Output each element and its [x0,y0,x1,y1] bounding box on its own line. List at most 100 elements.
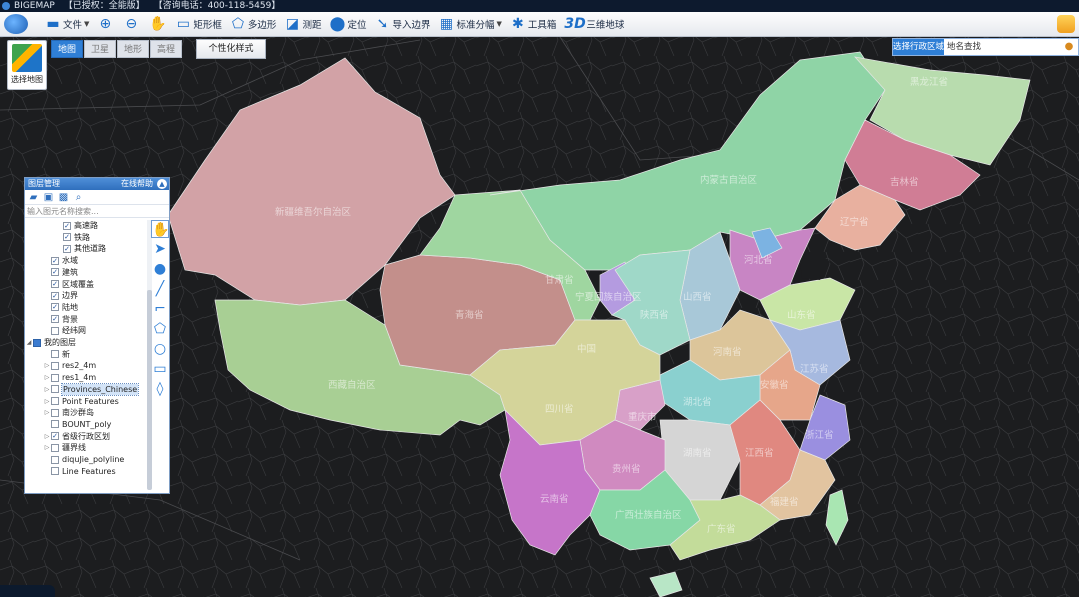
layer-item[interactable]: 新 [43,349,70,360]
expand-arrow-icon[interactable]: ▷ [43,360,51,371]
layer-checkbox[interactable] [63,233,71,242]
layer-label: 疆界线 [62,443,86,453]
rect-select-button[interactable]: ▭ 矩形框 [172,13,225,35]
expand-arrow-icon[interactable]: ▷ [43,384,51,395]
custom-style-button[interactable]: 个性化样式 [196,39,266,59]
layer-item[interactable]: 其他道路 [55,243,106,254]
hand-icon[interactable]: ✋ [151,220,169,238]
layer-checkbox[interactable] [33,338,41,347]
layer-checkbox[interactable] [51,315,59,324]
layer-item[interactable]: 边界 [43,290,78,301]
zoom-out-button[interactable]: ⊖ [120,13,144,35]
save-icon[interactable]: ▣ [42,191,55,204]
expand-arrow-icon[interactable]: ▷ [43,431,51,442]
layer-item[interactable]: ▷ 南沙群岛 [43,407,94,418]
layer-item[interactable]: BOUNT_poly [43,419,111,430]
layer-item[interactable]: 建筑 [43,267,78,278]
label-liaoning: 辽宁省 [840,216,869,228]
layer-item[interactable]: 陆地 [43,302,78,313]
search-icon[interactable]: ⌕ [72,191,85,204]
expand-arrow-icon[interactable]: ▷ [43,442,51,453]
layer-item[interactable]: ▷ res1_4m [43,372,97,383]
layer-checkbox[interactable] [51,303,59,312]
tab-terrain[interactable]: 地形 [117,40,149,58]
layer-item[interactable]: 区域覆盖 [43,279,94,290]
circle-icon[interactable]: ○ [151,340,169,358]
expand-arrow-icon[interactable]: ▷ [43,372,51,383]
tab-map[interactable]: 地图 [51,40,83,58]
layer-checkbox[interactable] [51,256,59,265]
user-icon[interactable]: ● [1060,39,1078,55]
layer-checkbox[interactable] [63,221,71,230]
eraser-icon[interactable]: ◊ [151,380,169,398]
title-bar: BIGEMAP 【已授权：全能版】 【咨询电话：400-118-5459】 [0,0,1079,12]
layer-checkbox[interactable] [51,361,59,370]
marker-icon[interactable]: ● [151,260,169,278]
select-map-button[interactable]: 选择地图 [7,40,47,90]
polyline-icon[interactable]: ⌐ [151,300,169,318]
layer-item[interactable]: diquJie_polyline [43,454,124,465]
layer-checkbox[interactable] [51,467,59,476]
panel-title: 图层管理 [28,179,60,188]
zoom-in-button[interactable]: ⊕ [94,13,118,35]
layer-settings-icon[interactable]: ▩ [57,191,70,204]
layer-checkbox[interactable] [51,455,59,464]
locate-button[interactable]: ⬤ 定位 [326,13,369,35]
layer-checkbox[interactable] [51,291,59,300]
layer-item[interactable]: 经纬网 [43,325,86,336]
layer-item[interactable]: ▷ Provinces_Chinese [43,382,140,396]
pan-button[interactable]: ✋ [146,13,170,35]
layer-item[interactable]: 水域 [43,255,78,266]
layer-item[interactable]: Line Features [43,466,116,477]
label-xinjiang: 新疆维吾尔自治区 [275,206,352,218]
tab-elevation[interactable]: 高程 [150,40,182,58]
select-region-button[interactable]: 选择行政区域 [893,39,944,55]
file-menu-button[interactable]: ▬ 文件 ▼ [42,13,92,35]
logo-icon[interactable] [4,14,28,34]
layer-checkbox[interactable] [51,268,59,277]
expand-arrow-icon[interactable]: ▷ [43,396,51,407]
line-icon[interactable]: ╱ [151,280,169,298]
layer-item[interactable]: 高速路 [55,220,98,231]
layer-checkbox[interactable] [51,432,59,441]
vip-badge-icon[interactable] [1057,15,1075,33]
rectangle-icon[interactable]: ▭ [151,360,169,378]
layer-checkbox[interactable] [51,350,59,359]
pointer-icon[interactable]: ➤ [151,240,169,258]
grid-icon: ▦ [439,16,454,32]
layer-item[interactable]: ▷ Point Features [43,396,119,407]
tile-split-button[interactable]: ▦ 标准分幅 ▼ [435,13,504,35]
layer-checkbox[interactable] [51,373,59,382]
layer-item[interactable]: ▷ 省级行政区划 [43,431,110,442]
caret-down-icon: ▼ [84,20,90,28]
polygon-select-button[interactable]: ⬠ 多边形 [227,13,280,35]
layer-checkbox[interactable] [63,244,71,253]
label-heilongjiang: 黑龙江省 [910,76,948,88]
online-help-link[interactable]: 在线帮助 [121,178,153,190]
layer-item[interactable]: ◢ 我的图层 [25,337,76,348]
layer-checkbox[interactable] [51,443,59,452]
layer-item[interactable]: 背景 [43,314,78,325]
layer-filter-input[interactable]: 输入图元名称搜索... [25,205,169,218]
measure-button[interactable]: ◪ 测距 [281,13,324,35]
open-folder-icon[interactable]: ▰ [27,191,40,204]
tab-satellite[interactable]: 卫星 [84,40,116,58]
layer-checkbox[interactable] [51,385,59,394]
expand-arrow-icon[interactable]: ▷ [43,407,51,418]
expand-arrow-icon[interactable]: ◢ [25,337,33,348]
layer-checkbox[interactable] [51,420,59,429]
layer-label: 省级行政区划 [62,431,110,441]
layer-item[interactable]: ▷ 疆界线 [43,442,86,453]
toolbox-button[interactable]: ✱ 工具箱 [507,13,560,35]
layer-checkbox[interactable] [51,280,59,288]
import-boundary-button[interactable]: ➘ 导入边界 [371,13,433,35]
layer-checkbox[interactable] [51,397,59,405]
layer-item[interactable]: ▷ res2_4m [43,360,97,371]
layer-checkbox[interactable] [51,408,59,417]
collapse-icon[interactable]: ▲ [157,179,167,189]
polygon-icon[interactable]: ⬠ [151,320,169,338]
place-search-input[interactable]: 地名查找 [944,39,1060,55]
layer-checkbox[interactable] [51,326,59,335]
globe-3d-button[interactable]: 3D 三维地球 [561,13,627,35]
layer-item[interactable]: 铁路 [55,232,90,243]
